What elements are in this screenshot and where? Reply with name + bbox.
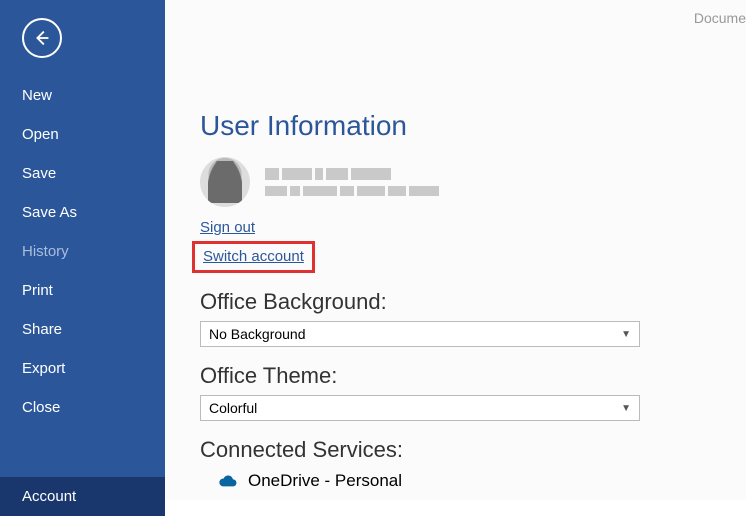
- office-theme-select[interactable]: Colorful ▼: [200, 395, 640, 421]
- service-name: OneDrive - Personal: [248, 471, 402, 491]
- avatar: [200, 157, 250, 207]
- sidebar-item-history[interactable]: History: [0, 232, 165, 271]
- office-theme-value: Colorful: [209, 400, 257, 416]
- document-title-truncated: Docume: [694, 10, 746, 26]
- sidebar-item-export[interactable]: Export: [0, 349, 165, 388]
- chevron-down-icon: ▼: [621, 329, 631, 340]
- switch-account-highlight: Switch account: [192, 241, 315, 273]
- backstage-sidebar: New Open Save Save As History Print Shar…: [0, 0, 165, 500]
- page-title: User Information: [200, 110, 746, 142]
- back-arrow-icon: [31, 27, 53, 49]
- switch-account-link[interactable]: Switch account: [203, 248, 304, 265]
- sidebar-item-save-as[interactable]: Save As: [0, 193, 165, 232]
- sidebar-item-share[interactable]: Share: [0, 310, 165, 349]
- service-row-onedrive: OneDrive - Personal: [200, 471, 746, 491]
- user-text-redacted: [265, 168, 439, 196]
- sidebar-item-print[interactable]: Print: [0, 271, 165, 310]
- sidebar-spacer: [0, 427, 165, 477]
- user-info-row: [200, 157, 746, 207]
- sign-out-link[interactable]: Sign out: [200, 219, 255, 236]
- sidebar-item-new[interactable]: New: [0, 76, 165, 115]
- office-theme-label: Office Theme:: [200, 363, 746, 389]
- sidebar-item-save[interactable]: Save: [0, 154, 165, 193]
- connected-services-label: Connected Services:: [200, 437, 746, 463]
- cloud-icon: [218, 474, 240, 488]
- office-background-value: No Background: [209, 326, 306, 342]
- sidebar-item-close[interactable]: Close: [0, 388, 165, 427]
- sidebar-item-open[interactable]: Open: [0, 115, 165, 154]
- office-background-select[interactable]: No Background ▼: [200, 321, 640, 347]
- main-panel: Docume User Information Sign out Switch …: [165, 0, 746, 500]
- office-background-label: Office Background:: [200, 289, 746, 315]
- chevron-down-icon: ▼: [621, 403, 631, 414]
- sidebar-item-account[interactable]: Account: [0, 477, 165, 516]
- back-button[interactable]: [22, 18, 62, 58]
